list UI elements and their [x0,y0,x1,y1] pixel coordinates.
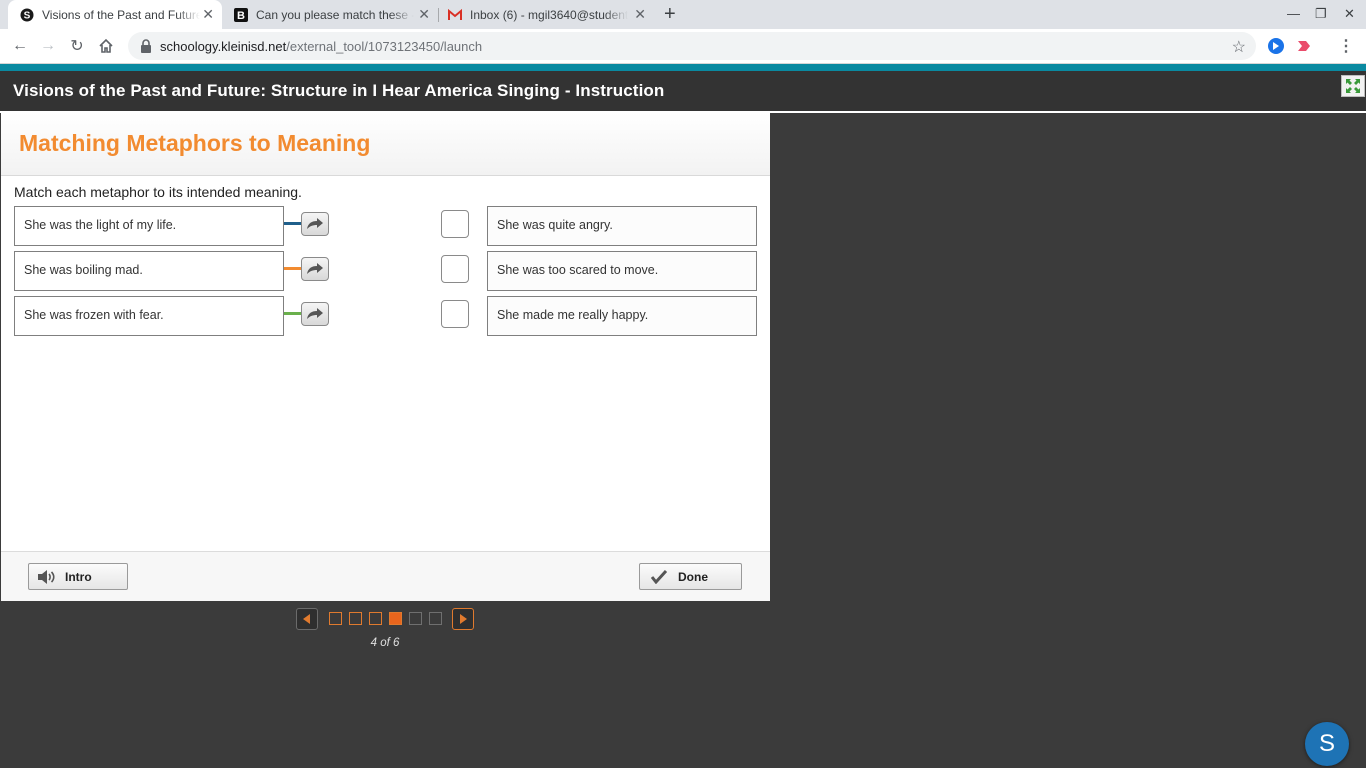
meaning-card-2: She was too scared to move. [487,251,757,291]
triangle-right-icon [460,614,467,624]
tab-title: Visions of the Past and Future: S [42,7,200,22]
speaker-icon [29,569,65,585]
page-indicator-3[interactable] [369,612,382,625]
activity-footer: Intro Done [1,551,770,601]
metaphor-card-1[interactable]: She was the light of my life. [14,206,284,246]
metaphor-text: She was boiling mad. [24,263,143,277]
intro-button[interactable]: Intro [28,563,128,590]
browser-menu-icon[interactable]: ⋮ [1336,36,1356,56]
drag-arrow-button-3[interactable] [301,302,329,326]
forward-icon[interactable]: → [38,36,58,56]
browser-tab-gmail[interactable]: Inbox (6) - mgil3640@students.k ✕ [438,0,654,29]
meaning-card-3: She made me really happy. [487,296,757,336]
window-close-icon[interactable]: ✕ [1344,6,1355,22]
brainly-icon: B [234,7,248,22]
prev-page-button[interactable] [296,608,318,630]
drop-target-2[interactable] [441,255,469,283]
intro-label: Intro [65,569,92,584]
extension-red-icon[interactable] [1295,37,1313,55]
connector-line-1 [284,222,302,225]
svg-text:S: S [24,10,31,21]
meaning-text: She made me really happy. [497,308,649,322]
back-icon[interactable]: ← [10,36,30,56]
address-bar[interactable]: schoology.kleinisd.net/external_tool/107… [128,32,1256,60]
activity-heading: Matching Metaphors to Meaning [19,130,371,156]
triangle-left-icon [303,614,310,624]
close-icon[interactable]: ✕ [634,7,646,21]
page-count-label: 4 of 6 [370,637,400,649]
tab-title: Can you please match these - Br [256,7,414,22]
browser-tab-schoology[interactable]: S Visions of the Past and Future: S ✕ [8,0,222,29]
done-label: Done [678,569,708,584]
close-icon[interactable]: ✕ [418,7,430,21]
tab-title: Inbox (6) - mgil3640@students.k [470,7,628,22]
browser-toolbar: ← → ↻ schoology.kleinisd.net/external_to… [0,29,1366,64]
curved-arrow-icon [307,263,323,274]
next-page-button[interactable] [452,608,474,630]
page-indicator-4[interactable] [389,612,402,625]
svg-text:B: B [237,10,245,22]
activity-panel: Matching Metaphors to Meaning Match each… [1,113,770,601]
curved-arrow-icon [307,218,323,229]
page-indicator-5[interactable] [409,612,422,625]
accent-bar [0,64,1366,71]
drop-target-3[interactable] [441,300,469,328]
done-button[interactable]: Done [639,563,742,590]
lock-icon [141,39,151,53]
url-host: schoology.kleinisd.net [160,38,287,54]
metaphor-card-2[interactable]: She was boiling mad. [14,251,284,291]
drag-arrow-button-2[interactable] [301,257,329,281]
drop-target-1[interactable] [441,210,469,238]
page-indicator-1[interactable] [329,612,342,625]
page-indicator-2[interactable] [349,612,362,625]
gmail-icon [448,8,462,22]
checkmark-icon [640,569,678,584]
reload-icon[interactable]: ↻ [67,36,87,56]
schoology-help-button[interactable]: S [1305,722,1349,766]
home-icon[interactable] [96,36,116,56]
browser-tab-brainly[interactable]: B Can you please match these - Br ✕ [222,0,438,29]
browser-tabstrip: S Visions of the Past and Future: S ✕ B … [0,0,1366,29]
fullscreen-button[interactable] [1341,75,1365,97]
metaphor-text: She was frozen with fear. [24,308,164,322]
expand-icon [1346,79,1360,93]
close-icon[interactable]: ✕ [202,7,214,21]
new-tab-icon[interactable]: + [664,4,676,24]
page-indicator-6[interactable] [429,612,442,625]
page-title: Visions of the Past and Future: Structur… [13,81,665,100]
drag-arrow-button-1[interactable] [301,212,329,236]
minimize-icon[interactable]: — [1287,6,1300,21]
meaning-text: She was quite angry. [497,218,613,232]
metaphor-text: She was the light of my life. [24,218,177,232]
schoology-icon: S [20,8,34,22]
bookmark-star-icon[interactable]: ☆ [1232,37,1246,57]
help-label: S [1318,730,1335,757]
curved-arrow-icon [307,308,323,319]
restore-icon[interactable]: ❐ [1315,6,1327,22]
connector-line-3 [284,312,302,315]
activity-header: Matching Metaphors to Meaning [1,113,770,176]
connector-line-2 [284,267,302,270]
instructions-text: Match each metaphor to its intended mean… [14,184,302,200]
app-header: Visions of the Past and Future: Structur… [0,71,1366,111]
metaphor-card-3[interactable]: She was frozen with fear. [14,296,284,336]
url-path: /external_tool/1073123450/launch [286,38,483,54]
meaning-text: She was too scared to move. [497,263,659,277]
meaning-card-1: She was quite angry. [487,206,757,246]
extension-blue-icon[interactable] [1267,37,1285,55]
